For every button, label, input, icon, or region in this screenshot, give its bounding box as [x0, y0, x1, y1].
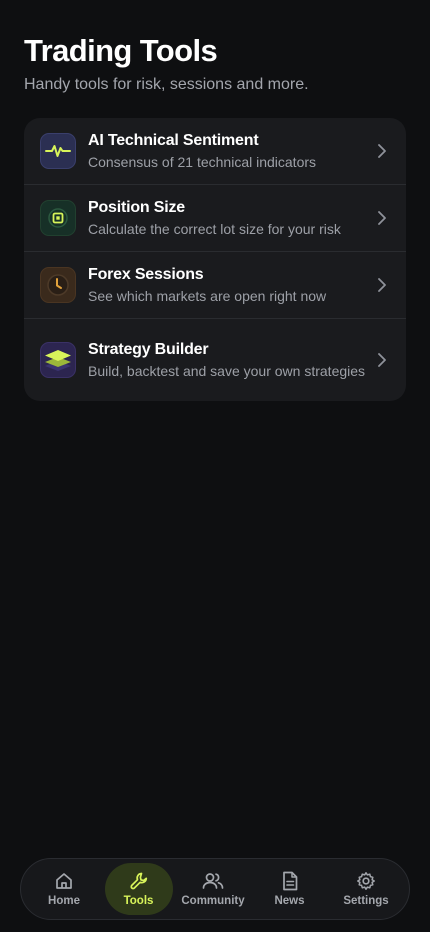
chevron-right-icon — [376, 352, 388, 368]
tab-label: Settings — [343, 895, 389, 907]
page-header: Trading Tools Handy tools for risk, sess… — [24, 32, 406, 96]
tool-description: Calculate the correct lot size for your … — [88, 221, 341, 237]
tab-news[interactable]: News — [254, 863, 326, 915]
page-subtitle: Handy tools for risk, sessions and more. — [24, 76, 309, 93]
layers-icon — [40, 342, 76, 378]
wrench-icon — [128, 870, 150, 892]
tab-home[interactable]: Home — [28, 863, 100, 915]
chevron-right-icon — [376, 143, 388, 159]
tab-tools[interactable]: Tools — [104, 863, 173, 915]
home-icon — [53, 870, 75, 892]
clock-icon — [40, 267, 76, 303]
tool-item-position-size[interactable]: Position Size Calculate the correct lot … — [24, 184, 406, 251]
tab-label: Community — [181, 895, 245, 907]
tool-title: Position Size — [88, 199, 185, 216]
tool-description: See which markets are open right now — [88, 288, 327, 304]
pulse-icon — [40, 133, 76, 169]
gear-icon — [355, 870, 377, 892]
tool-title: Forex Sessions — [88, 266, 204, 283]
tool-item-forex-sessions[interactable]: Forex Sessions See which markets are ope… — [24, 251, 406, 318]
page-title: Trading Tools — [24, 33, 218, 68]
tab-label: Tools — [123, 895, 154, 907]
tool-description: Build, backtest and save your own strate… — [88, 363, 366, 379]
tool-title: AI Technical Sentiment — [88, 132, 259, 149]
bottom-tab-bar: Home Tools Community News Settings — [20, 858, 410, 920]
tab-label: Home — [48, 895, 80, 907]
tool-title: Strategy Builder — [88, 341, 209, 358]
tool-description: Consensus of 21 technical indicators — [88, 154, 317, 170]
tab-community[interactable]: Community — [177, 863, 249, 915]
users-icon — [202, 870, 224, 892]
document-icon — [279, 870, 301, 892]
chevron-right-icon — [376, 210, 388, 226]
tool-item-strategy-builder[interactable]: Strategy Builder Build, backtest and sav… — [24, 318, 406, 401]
tab-label: News — [274, 895, 305, 907]
tool-item-ai-technical-sentiment[interactable]: AI Technical Sentiment Consensus of 21 t… — [24, 118, 406, 184]
chevron-right-icon — [376, 277, 388, 293]
tools-list: AI Technical Sentiment Consensus of 21 t… — [24, 118, 406, 401]
tab-settings[interactable]: Settings — [330, 863, 402, 915]
target-chip-icon — [40, 200, 76, 236]
